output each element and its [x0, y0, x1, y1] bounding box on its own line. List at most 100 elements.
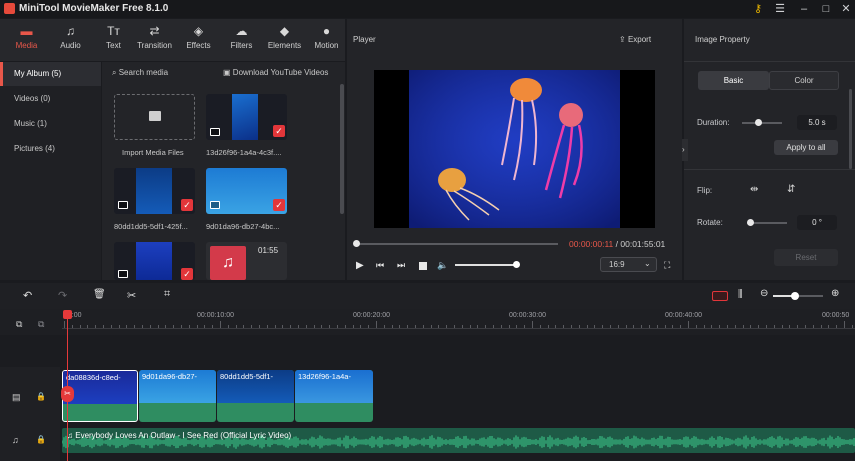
ruler-tick [703, 325, 705, 328]
check-icon[interactable]: ✓ [181, 268, 193, 280]
flip-vertical-icon[interactable]: ⇵ [787, 184, 795, 195]
split-icon[interactable]: ✂ [127, 289, 136, 302]
ruler-tick [188, 325, 190, 328]
sidebar-item-pictures[interactable]: Pictures (4) [0, 137, 101, 161]
check-icon[interactable]: ✓ [273, 199, 285, 211]
transition-icon: ⇄ [149, 24, 160, 38]
video-preview[interactable] [374, 70, 655, 228]
zoom-out-icon[interactable]: ⊖ [760, 288, 768, 299]
stop-button[interactable] [419, 262, 427, 270]
volume-handle[interactable] [512, 261, 520, 268]
minimize-icon[interactable]: – [796, 1, 812, 17]
redo-icon[interactable]: ↷ [58, 289, 67, 302]
ruler-tick [797, 325, 799, 328]
menu-icon[interactable]: ☰ [772, 1, 788, 17]
rotate-slider[interactable] [747, 219, 787, 226]
property-scrollbar[interactable] [849, 89, 852, 169]
play-button[interactable]: ▶ [356, 260, 364, 271]
ruler-tick [727, 325, 728, 328]
tab-media[interactable]: ▬ Media [5, 19, 48, 61]
undo-icon[interactable]: ↶ [23, 289, 32, 302]
total-time: 00:01:55:01 [620, 239, 666, 249]
tab-transition[interactable]: ⇄ Transition [133, 19, 176, 61]
tab-text[interactable]: Tт Text [92, 19, 135, 61]
flip-label: Flip: [697, 186, 713, 195]
duration-slider[interactable] [742, 119, 782, 126]
ruler-tick [602, 325, 604, 328]
playhead-handle[interactable] [63, 310, 72, 319]
fullscreen-icon[interactable]: ⛶ [664, 260, 670, 271]
delete-icon[interactable]: 🗑 [93, 289, 106, 300]
rotate-input[interactable]: 0 ° [797, 215, 837, 230]
clip-label: 13d26f96-1a4a- [298, 372, 351, 381]
ruler-tick [485, 325, 487, 328]
ruler-tick [555, 325, 557, 328]
playback-progress-track[interactable] [353, 240, 558, 247]
search-media[interactable]: ⌕ Search media [112, 68, 168, 78]
fit-timeline-icon[interactable]: ⫼ [738, 289, 743, 300]
media-item[interactable]: ✓ [114, 168, 195, 214]
maximize-icon[interactable]: □ [818, 1, 834, 17]
timeline-clip[interactable]: 13d26f96-1a4a- [295, 370, 373, 422]
flip-horizontal-icon[interactable]: ⇹ [750, 184, 758, 195]
lock-icon[interactable]: 🔒 [36, 435, 46, 444]
zoom-in-icon[interactable]: ⊕ [831, 288, 839, 299]
ruler-tick [376, 321, 377, 328]
tab-audio[interactable]: ♫ Audio [49, 19, 92, 61]
duration-input[interactable]: 5.0 s [797, 115, 837, 130]
video-track-icon: ▤ [12, 392, 21, 402]
media-item[interactable]: ✓ [206, 168, 287, 214]
ruler-tick [773, 325, 775, 328]
tab-color[interactable]: Color [769, 71, 839, 90]
export-button[interactable]: ⇪ Export [619, 35, 651, 44]
add-track-icon[interactable]: ⧉ [16, 319, 22, 330]
import-media-tile[interactable] [114, 94, 195, 140]
ruler-tick [844, 321, 845, 328]
zoom-handle[interactable] [791, 292, 799, 300]
rotate-handle[interactable] [747, 219, 754, 226]
download-youtube-button[interactable]: ▣ Download YouTube Videos [223, 68, 328, 77]
export-icon: ⇪ [619, 35, 626, 44]
ruler-tick [321, 325, 323, 328]
tab-motion[interactable]: ● Motion [305, 19, 348, 61]
media-item-music[interactable]: ♫ 01:55 [206, 242, 287, 280]
close-icon[interactable]: ✕ [838, 1, 854, 17]
zoom-slider[interactable] [773, 292, 823, 300]
tab-elements[interactable]: ◆ Elements [263, 19, 306, 61]
split-icon[interactable]: ✂ [61, 386, 74, 402]
aspect-ratio-select[interactable]: 16:9 ⌄ [600, 257, 657, 272]
sidebar-item-videos[interactable]: Videos (0) [0, 87, 101, 111]
tab-effects[interactable]: ◈ Effects [177, 19, 220, 61]
remove-track-icon[interactable]: ⧉ [38, 319, 44, 330]
timeline-ruler[interactable]: ⧉ ⧉ 00:00 00:00:10:00 00:00:20:00 00:00:… [0, 309, 855, 335]
image-icon [210, 128, 220, 136]
ruler-tick [680, 325, 682, 328]
ruler-tick [625, 325, 627, 328]
key-icon[interactable]: ⚷ [750, 1, 766, 17]
ruler-tick [578, 325, 580, 328]
sidebar-item-my-album[interactable]: My Album (5) [0, 62, 101, 86]
volume-slider[interactable] [455, 261, 520, 268]
timeline-clip[interactable]: 9d01da96-db27- [139, 370, 216, 422]
playback-handle[interactable] [353, 240, 361, 247]
check-icon[interactable]: ✓ [273, 125, 285, 137]
lock-icon[interactable]: 🔒 [36, 392, 46, 401]
check-icon[interactable]: ✓ [181, 199, 193, 211]
media-scrollbar[interactable] [340, 84, 344, 214]
apply-to-all-button[interactable]: Apply to all [774, 140, 838, 155]
reset-button[interactable]: Reset [774, 249, 838, 266]
tab-filters[interactable]: ☁ Filters [220, 19, 263, 61]
media-item[interactable]: ✓ [114, 242, 195, 280]
snap-icon[interactable] [712, 291, 728, 301]
crop-icon[interactable]: ⌗ [164, 288, 170, 301]
tab-basic[interactable]: Basic [698, 71, 769, 90]
duration-handle[interactable] [755, 119, 762, 126]
previous-frame-button[interactable]: ⏮ [376, 260, 384, 271]
volume-icon[interactable]: 🔈 [437, 260, 448, 271]
audio-clip[interactable]: ♫ Everybody Loves An Outlaw - I See Red … [62, 428, 855, 453]
media-item[interactable]: ✓ [206, 94, 287, 140]
next-frame-button[interactable]: ⏭ [397, 260, 405, 271]
sidebar-item-music[interactable]: Music (1) [0, 112, 101, 136]
timeline-clip[interactable]: 80dd1dd5-5df1- [217, 370, 294, 422]
collapse-arrow-icon[interactable]: › [682, 139, 688, 161]
